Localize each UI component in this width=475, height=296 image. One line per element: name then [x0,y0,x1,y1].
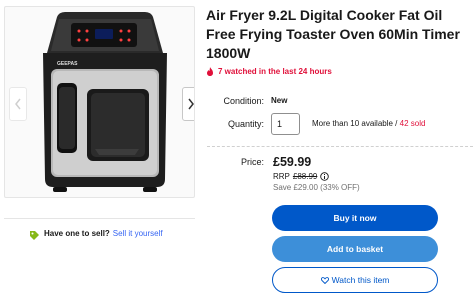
rrp-row: RRP £88.99 [273,172,330,181]
tag-icon [30,231,39,240]
gallery-prev-button[interactable] [9,87,27,121]
availability-count: More than 10 available [312,119,393,128]
product-image[interactable]: GEEPAS [35,9,175,198]
listing-title: Air Fryer 9.2L Digital Cooker Fat Oil Fr… [206,7,460,61]
product-brand: GEEPAS [57,61,78,67]
watch-item-button[interactable]: Watch this item [272,267,438,293]
condition-label: Condition: [223,96,264,106]
availability-text: More than 10 available / 42 sold [312,119,425,128]
add-to-basket-button[interactable]: Add to basket [272,236,438,262]
rrp-value: £88.99 [292,172,318,181]
sell-prompt-text: Have one to sell? [44,229,110,238]
sell-prompt-row: Have one to sell? Sell it yourself [30,228,163,240]
price-divider [207,146,473,147]
watchers-text: 7 watched in the last 24 hours [218,67,332,76]
quantity-input[interactable] [271,113,300,135]
product-image-gallery[interactable]: GEEPAS [4,6,195,198]
savings-text: Save £29.00 (33% OFF) [273,183,360,192]
availability-separator: / [392,119,400,128]
quantity-label: Quantity: [227,119,264,129]
gallery-divider [4,218,195,219]
rrp-label: RRP [273,172,290,181]
price-value: £59.99 [273,155,312,169]
condition-value: New [271,96,288,105]
watch-item-label: Watch this item [331,275,390,285]
heart-icon [320,276,329,284]
watchers-notice: 7 watched in the last 24 hours [206,67,332,76]
sell-it-yourself-link[interactable]: Sell it yourself [113,228,163,239]
buy-it-now-button[interactable]: Buy it now [272,205,438,231]
chevron-right-icon [188,98,194,110]
chevron-left-icon [15,98,21,110]
sold-count: 42 sold [399,119,426,128]
flame-icon [207,67,213,76]
gallery-next-button[interactable] [182,87,194,121]
info-icon[interactable] [320,172,330,181]
price-label: Price: [240,157,264,167]
